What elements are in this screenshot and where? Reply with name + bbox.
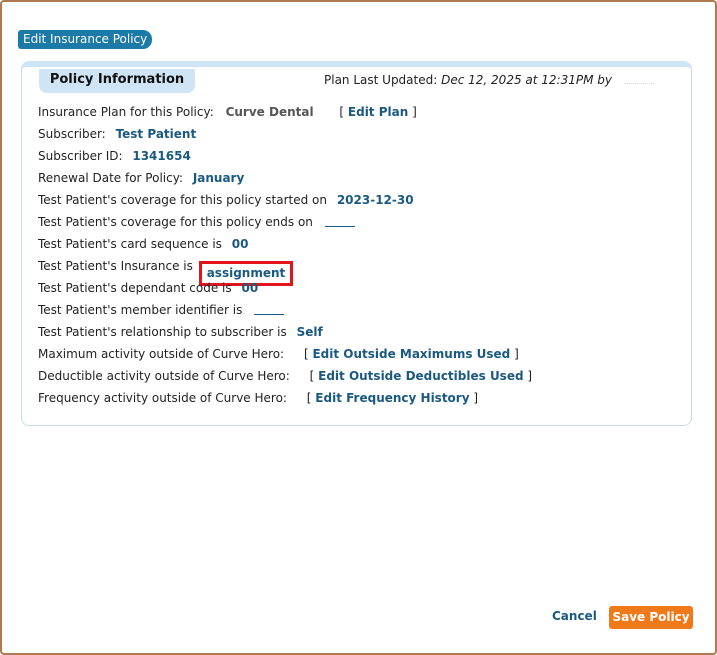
row-card-sequence: Test Patient's card sequence is 00 (38, 237, 248, 251)
dialog-title: Edit Insurance Policy (18, 30, 153, 49)
renewal-label: Renewal Date for Policy: (38, 171, 183, 185)
plan-last-updated: Plan Last Updated: Dec 12, 2025 at 12:31… (324, 73, 654, 87)
card-sequence-label: Test Patient's card sequence is (38, 237, 222, 251)
edit-frequency-history-link[interactable]: Edit Frequency History (315, 391, 469, 405)
edit-outside-deductibles-link[interactable]: Edit Outside Deductibles Used (318, 369, 523, 383)
insurance-type-label: Test Patient's Insurance is (38, 259, 193, 273)
row-maximum-activity: Maximum activity outside of Curve Hero: … (38, 347, 519, 361)
insurance-type-value[interactable]: assignment (207, 266, 286, 280)
row-deductible-activity: Deductible activity outside of Curve Her… (38, 369, 533, 383)
row-coverage-start: Test Patient's coverage for this policy … (38, 193, 414, 207)
subscriber-id-label: Subscriber ID: (38, 149, 123, 163)
coverage-start-label: Test Patient's coverage for this policy … (38, 193, 327, 207)
updated-date: Dec 12, 2025 at 12:31PM by (441, 73, 612, 87)
edit-plan-link[interactable]: Edit Plan (348, 105, 408, 119)
member-identifier-value[interactable] (254, 314, 285, 315)
edit-outside-maximums-link[interactable]: Edit Outside Maximums Used (312, 347, 510, 361)
coverage-end-value[interactable] (324, 226, 355, 227)
row-frequency-activity: Frequency activity outside of Curve Hero… (38, 391, 479, 405)
frequency-activity-label: Frequency activity outside of Curve Hero… (38, 391, 287, 405)
updated-label: Plan Last Updated: (324, 73, 438, 87)
plan-label: Insurance Plan for this Policy: (38, 105, 214, 119)
row-renewal-date: Renewal Date for Policy: January (38, 171, 244, 185)
relationship-value[interactable]: Self (297, 325, 323, 339)
maximum-activity-label: Maximum activity outside of Curve Hero: (38, 347, 285, 361)
edit-insurance-policy-dialog: Edit Insurance Policy Policy Information… (0, 0, 717, 655)
deductible-activity-label: Deductible activity outside of Curve Her… (38, 369, 290, 383)
coverage-end-label: Test Patient's coverage for this policy … (38, 215, 313, 229)
row-subscriber-id: Subscriber ID: 1341654 (38, 149, 191, 163)
plan-value: Curve Dental (225, 105, 314, 119)
panel-tab-policy-information: Policy Information (39, 69, 195, 93)
subscriber-value[interactable]: Test Patient (116, 127, 197, 141)
row-dependant-code: Test Patient's dependant code is 00 (38, 281, 258, 295)
save-policy-button[interactable]: Save Policy (609, 606, 693, 629)
dependant-code-value[interactable]: 00 (241, 281, 258, 295)
row-insurance-plan: Insurance Plan for this Policy: Curve De… (38, 105, 417, 119)
subscriber-id-value[interactable]: 1341654 (132, 149, 190, 163)
row-relationship: Test Patient's relationship to subscribe… (38, 325, 323, 339)
member-identifier-label: Test Patient's member identifier is (38, 303, 243, 317)
cancel-button[interactable]: Cancel (552, 609, 597, 623)
renewal-value[interactable]: January (193, 171, 245, 185)
row-member-identifier: Test Patient's member identifier is (38, 303, 285, 317)
relationship-label: Test Patient's relationship to subscribe… (38, 325, 287, 339)
policy-information-panel: Policy Information Plan Last Updated: De… (21, 61, 692, 426)
row-subscriber: Subscriber: Test Patient (38, 127, 196, 141)
updated-by-name (623, 83, 654, 84)
card-sequence-value[interactable]: 00 (232, 237, 249, 251)
coverage-start-value[interactable]: 2023-12-30 (337, 193, 414, 207)
row-coverage-end: Test Patient's coverage for this policy … (38, 215, 355, 229)
subscriber-label: Subscriber: (38, 127, 106, 141)
dependant-code-label: Test Patient's dependant code is (38, 281, 232, 295)
